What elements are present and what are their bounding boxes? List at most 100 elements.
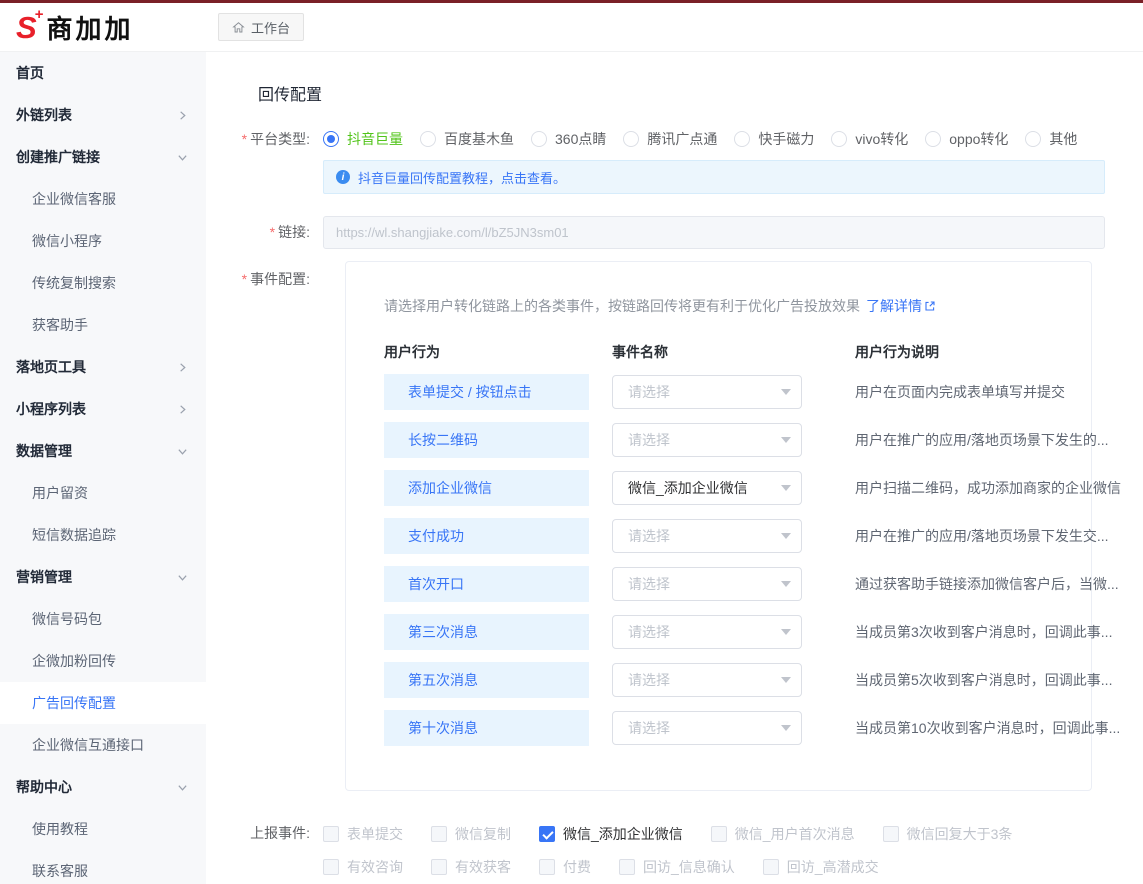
report-event-checkbox[interactable]: 表单提交 bbox=[323, 824, 403, 844]
report-event-checkbox-label: 回访_信息确认 bbox=[643, 857, 735, 877]
tutorial-banner: 抖音巨量回传配置教程，点击查看。 bbox=[323, 160, 1105, 194]
event-select[interactable]: 微信_添加企业微信 bbox=[612, 471, 802, 505]
report-event-checkbox-label: 有效获客 bbox=[455, 857, 511, 877]
sidebar-item-label: 企业微信互通接口 bbox=[32, 735, 144, 755]
sidebar-item[interactable]: 用户留资 bbox=[0, 472, 206, 514]
report-event-checkbox[interactable]: 付费 bbox=[539, 857, 591, 877]
config-form: *平台类型: 抖音巨量 百度基木鱼 360点睛 腾 bbox=[226, 129, 1143, 877]
platform-radio-label: oppo转化 bbox=[949, 129, 1008, 149]
sidebar-item[interactable]: 企业微信客服 bbox=[0, 178, 206, 220]
logo-text: 商加加 bbox=[46, 9, 133, 46]
event-select-value: 请选择 bbox=[628, 718, 670, 738]
sidebar-item[interactable]: 帮助中心 bbox=[0, 766, 206, 808]
checkbox-icon bbox=[883, 826, 899, 842]
sidebar-item[interactable]: 数据管理 bbox=[0, 430, 206, 472]
report-event-checkbox[interactable]: 有效获客 bbox=[431, 857, 511, 877]
sidebar-item[interactable]: 企微加粉回传 bbox=[0, 640, 206, 682]
event-select[interactable]: 请选择 bbox=[612, 567, 802, 601]
sidebar-item[interactable]: 广告回传配置 bbox=[0, 682, 206, 724]
logo-s-icon: S bbox=[16, 12, 37, 43]
learn-more-link[interactable]: 了解详情 bbox=[866, 298, 922, 314]
platform-radio-label: 其他 bbox=[1049, 129, 1077, 149]
report-event-checkbox-label: 微信_添加企业微信 bbox=[563, 824, 683, 844]
event-select[interactable]: 请选择 bbox=[612, 711, 802, 745]
event-select[interactable]: 请选择 bbox=[612, 519, 802, 553]
sidebar-item[interactable]: 传统复制搜索 bbox=[0, 262, 206, 304]
report-event-checkbox[interactable]: 微信回复大于3条 bbox=[883, 824, 1013, 844]
required-mark: * bbox=[270, 224, 275, 240]
sidebar-item[interactable]: 落地页工具 bbox=[0, 346, 206, 388]
event-select-value: 请选择 bbox=[628, 430, 670, 450]
sidebar-item-label: 联系客服 bbox=[32, 861, 88, 881]
sidebar-item[interactable]: 营销管理 bbox=[0, 556, 206, 598]
chevron-icon bbox=[177, 362, 188, 373]
checkbox-icon bbox=[431, 826, 447, 842]
report-event-checkbox[interactable]: 有效咨询 bbox=[323, 857, 403, 877]
platform-radio-label: 百度基木鱼 bbox=[444, 129, 514, 149]
tab-workspace[interactable]: 工作台 bbox=[218, 13, 304, 41]
platform-type-row: *平台类型: 抖音巨量 百度基木鱼 360点睛 腾 bbox=[226, 129, 1143, 149]
event-select-value: 请选择 bbox=[628, 574, 670, 594]
sidebar-item[interactable]: 企业微信互通接口 bbox=[0, 724, 206, 766]
sidebar-item-label: 获客助手 bbox=[32, 315, 88, 335]
sidebar-item-label: 外链列表 bbox=[16, 105, 72, 125]
sidebar-item[interactable]: 短信数据追踪 bbox=[0, 514, 206, 556]
event-row: 表单提交 / 按钮点击 请选择 用户在页面内完成表单填写并提交 bbox=[384, 374, 1073, 410]
sidebar-item[interactable]: 使用教程 bbox=[0, 808, 206, 850]
user-action-chip: 第五次消息 bbox=[384, 662, 589, 698]
banner-tutorial-link[interactable]: 抖音巨量回传配置教程，点击查看。 bbox=[358, 168, 566, 187]
user-action-description: 用户在页面内完成表单填写并提交 bbox=[855, 382, 1065, 402]
checkbox-icon bbox=[431, 859, 447, 875]
event-select[interactable]: 请选择 bbox=[612, 423, 802, 457]
event-select[interactable]: 请选择 bbox=[612, 375, 802, 409]
platform-radio[interactable]: 百度基木鱼 bbox=[420, 129, 514, 149]
user-action-chip: 第三次消息 bbox=[384, 614, 589, 650]
event-select[interactable]: 请选择 bbox=[612, 615, 802, 649]
external-link-icon bbox=[924, 300, 936, 312]
sidebar-item[interactable]: 微信小程序 bbox=[0, 220, 206, 262]
report-events-group: 表单提交 微信复制 微信_添加企业微信 微信_用户首次消息 bbox=[323, 824, 1012, 877]
report-event-checkbox[interactable]: 回访_高潜成交 bbox=[763, 857, 879, 877]
event-row: 首次开口 请选择 通过获客助手链接添加微信客户后，当微... bbox=[384, 566, 1073, 602]
report-event-checkbox[interactable]: 微信_添加企业微信 bbox=[539, 824, 683, 844]
platform-type-label: *平台类型: bbox=[226, 129, 310, 149]
platform-radio[interactable]: 360点睛 bbox=[531, 129, 606, 149]
caret-down-icon bbox=[781, 389, 791, 395]
caret-down-icon bbox=[781, 581, 791, 587]
link-input[interactable]: https://wl.shangjiake.com/l/bZ5JN3sm01 bbox=[323, 216, 1105, 249]
sidebar-item[interactable]: 小程序列表 bbox=[0, 388, 206, 430]
sidebar-item[interactable]: 微信号码包 bbox=[0, 598, 206, 640]
sidebar-item[interactable]: 创建推广链接 bbox=[0, 136, 206, 178]
report-event-checkbox-label: 微信_用户首次消息 bbox=[735, 824, 855, 844]
radio-icon bbox=[531, 131, 547, 147]
chevron-icon bbox=[177, 572, 188, 583]
platform-radio-label: 抖音巨量 bbox=[347, 129, 403, 149]
platform-radio[interactable]: 快手磁力 bbox=[734, 129, 814, 149]
sidebar-item[interactable]: 获客助手 bbox=[0, 304, 206, 346]
report-event-checkbox[interactable]: 微信复制 bbox=[431, 824, 511, 844]
platform-radio[interactable]: 抖音巨量 bbox=[323, 129, 403, 149]
caret-down-icon bbox=[781, 437, 791, 443]
caret-down-icon bbox=[781, 629, 791, 635]
event-select[interactable]: 请选择 bbox=[612, 663, 802, 697]
main-content: 回传配置 *平台类型: 抖音巨量 百度基木鱼 360点睛 bbox=[206, 51, 1143, 884]
info-icon bbox=[336, 170, 350, 184]
sidebar-item[interactable]: 联系客服 bbox=[0, 850, 206, 884]
platform-radio[interactable]: vivo转化 bbox=[831, 129, 908, 149]
report-event-checkbox[interactable]: 微信_用户首次消息 bbox=[711, 824, 855, 844]
platform-radio-label: 快手磁力 bbox=[758, 129, 814, 149]
report-event-checkbox[interactable]: 回访_信息确认 bbox=[619, 857, 735, 877]
platform-radio-label: 腾讯广点通 bbox=[647, 129, 717, 149]
sidebar-item[interactable]: 首页 bbox=[0, 52, 206, 94]
sidebar-item[interactable]: 外链列表 bbox=[0, 94, 206, 136]
platform-radio[interactable]: oppo转化 bbox=[925, 129, 1008, 149]
required-mark: * bbox=[242, 131, 247, 147]
radio-icon bbox=[420, 131, 436, 147]
sidebar-item-label: 微信号码包 bbox=[32, 609, 102, 629]
platform-radio[interactable]: 其他 bbox=[1025, 129, 1077, 149]
checkbox-icon bbox=[763, 859, 779, 875]
platform-radio[interactable]: 腾讯广点通 bbox=[623, 129, 717, 149]
event-config-label: *事件配置: bbox=[226, 261, 310, 289]
checkbox-icon bbox=[711, 826, 727, 842]
event-select-value: 请选择 bbox=[628, 622, 670, 642]
